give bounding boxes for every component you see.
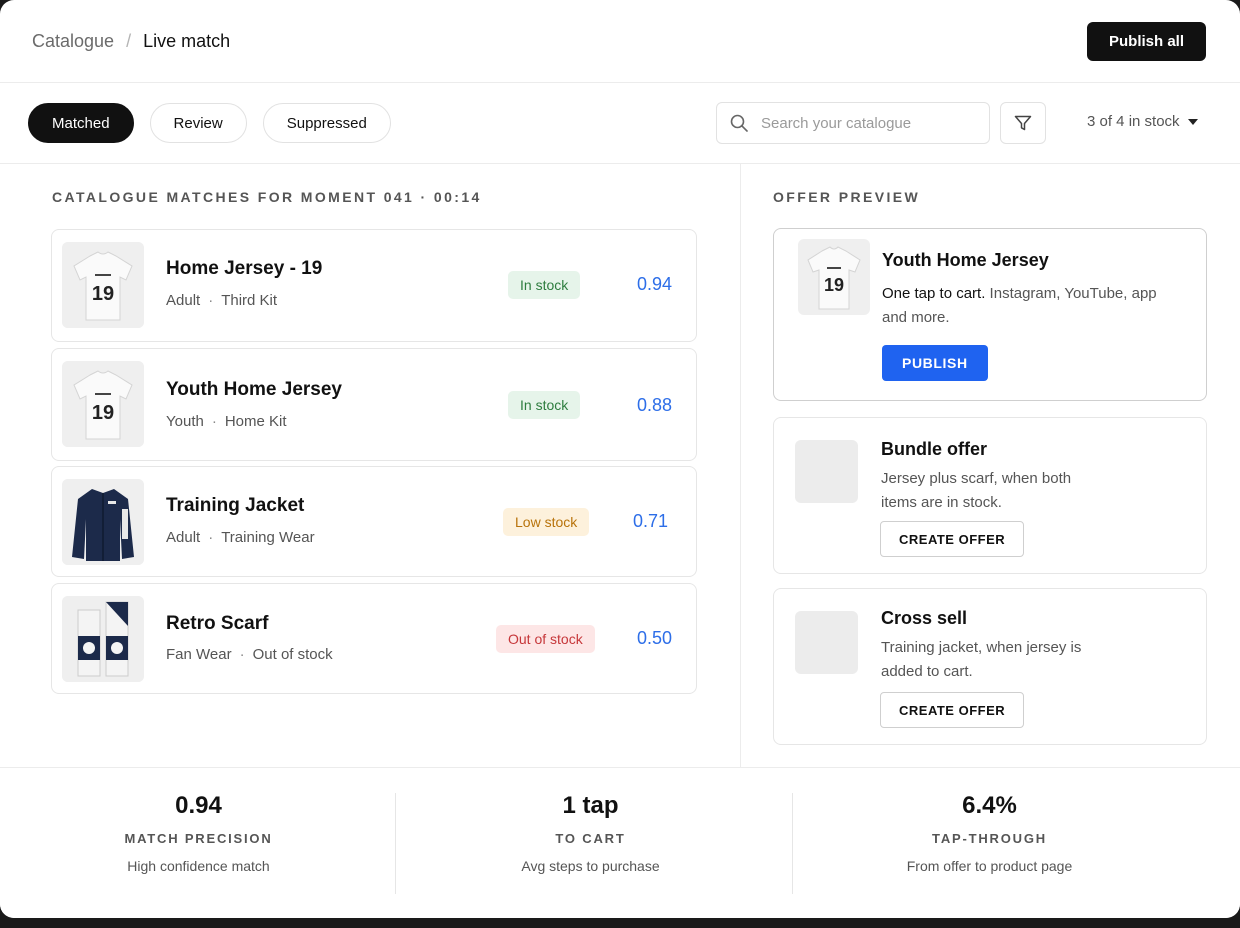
match-score: 0.71 <box>632 511 668 531</box>
svg-text:19: 19 <box>92 283 114 305</box>
breadcrumb-current: Live match <box>143 30 231 51</box>
match-meta-audience: Adult <box>166 292 201 309</box>
status-badge: In stock <box>508 271 581 299</box>
offer-main-card[interactable]: 19 Youth Home Jersey One tap to cart. In… <box>773 228 1207 401</box>
stats-bar: 0.94 MATCH PRECISION High confidence mat… <box>0 767 1240 918</box>
jersey-thumbnail: 19 <box>62 361 144 447</box>
match-row[interactable]: 19 Youth Home Jersey Youth · Home Kit In s… <box>51 348 697 461</box>
publish-button[interactable]: PUBLISH <box>882 345 988 381</box>
match-row[interactable]: Retro Scarf Fan Wear · Out of stock Out of… <box>51 583 697 694</box>
match-meta-category: Out of stock <box>252 646 333 663</box>
stat-label: TAP-THROUGH <box>932 831 1047 846</box>
breadcrumb-catalogue-link[interactable]: Catalogue <box>32 31 114 52</box>
scarf-thumbnail <box>62 596 144 682</box>
filter-button[interactable] <box>1000 102 1046 144</box>
stat-label: MATCH PRECISION <box>124 831 273 846</box>
match-name: Training Jacket <box>166 495 305 516</box>
stat-match-precision: 0.94 MATCH PRECISION High confidence mat… <box>0 768 397 918</box>
match-score: 0.50 <box>636 628 672 648</box>
search-box[interactable] <box>716 102 990 144</box>
match-name: Youth Home Jersey <box>166 379 342 400</box>
match-meta: Adult · Training Wear <box>166 529 315 546</box>
offer-image-placeholder <box>795 440 858 503</box>
match-meta-audience: Fan Wear <box>166 646 232 663</box>
matches-section-title: CATALOGUE MATCHES FOR MOMENT 041 · 00:14 <box>52 189 482 205</box>
offer-main-desc-bold: One tap to cart. <box>882 285 986 302</box>
match-meta-audience: Youth <box>166 413 204 430</box>
match-row[interactable]: Training Jacket Adult · Training Wear Low … <box>51 466 697 577</box>
jacket-thumbnail <box>62 479 144 565</box>
toolbar: Matched Review Suppressed 3 of 4 in stoc… <box>0 83 1240 164</box>
stock-filter-label: 3 of 4 in stock <box>1087 113 1180 130</box>
offer-section-title: OFFER PREVIEW <box>773 189 921 205</box>
chevron-down-icon <box>1187 118 1198 125</box>
stat-subtext: Avg steps to purchase <box>521 858 660 874</box>
offer-card-title: Cross sell <box>881 608 968 628</box>
bundle-offer-card[interactable]: Bundle offer Jersey plus scarf, when bot… <box>773 417 1207 574</box>
svg-text:19: 19 <box>824 275 844 295</box>
offer-card-desc: Jersey plus scarf, when both items are i… <box>881 470 1072 511</box>
search-input[interactable] <box>761 114 961 132</box>
filter-icon <box>1014 115 1032 131</box>
match-row[interactable]: 19 Home Jersey - 19 Adult · Third Kit In s… <box>51 229 697 342</box>
page-header: Catalogue / Live match Publish all <box>0 0 1240 83</box>
jersey-thumbnail: 19 <box>798 239 870 315</box>
cross-sell-card[interactable]: Cross sell Training jacket, when jersey … <box>773 588 1207 745</box>
stat-subtext: High confidence match <box>127 858 270 874</box>
jersey-thumbnail: 19 <box>62 242 144 328</box>
match-score: 0.94 <box>636 274 672 294</box>
svg-text:19: 19 <box>92 402 114 424</box>
offer-main-title: Youth Home Jersey <box>882 250 1049 270</box>
status-badge: Low stock <box>503 508 590 536</box>
app-window: Catalogue / Live match Publish all Match… <box>0 0 1240 918</box>
stat-label: TO CART <box>555 831 626 846</box>
match-score: 0.88 <box>636 395 672 415</box>
offer-main-desc: One tap to cart. Instagram, YouTube, app… <box>882 282 1162 330</box>
offer-card-title: Bundle offer <box>881 439 987 459</box>
tab-matched[interactable]: Matched <box>28 103 134 143</box>
offer-card-desc: Training jacket, when jersey is added to… <box>881 639 1082 680</box>
stock-filter-dropdown[interactable]: 3 of 4 in stock <box>1087 113 1198 130</box>
match-meta-audience: Adult <box>166 529 201 546</box>
stat-subtext: From offer to product page <box>906 858 1073 874</box>
match-meta-category: Third Kit <box>221 292 278 309</box>
stat-value: 0.94 <box>175 792 222 819</box>
matches-panel: CATALOGUE MATCHES FOR MOMENT 041 · 00:14… <box>0 164 740 767</box>
stat-to-cart: 1 tap TO CART Avg steps to purchase <box>392 768 789 918</box>
offer-preview-panel: OFFER PREVIEW 19 Youth Home Jersey One t… <box>740 164 1240 767</box>
stat-value: 1 tap <box>562 792 619 819</box>
publish-all-button[interactable]: Publish all <box>1086 21 1206 61</box>
match-meta: Youth · Home Kit <box>166 413 287 430</box>
match-meta-category: Training Wear <box>221 529 315 546</box>
status-badge: In stock <box>508 391 581 419</box>
match-name: Retro Scarf <box>166 613 269 634</box>
stat-value: 6.4% <box>962 792 1017 819</box>
create-offer-button[interactable]: CREATE OFFER <box>880 521 1025 557</box>
breadcrumb: Catalogue / Live match <box>32 31 230 52</box>
tab-suppressed[interactable]: Suppressed <box>262 103 391 143</box>
breadcrumb-separator: / <box>126 30 132 51</box>
match-name: Home Jersey - 19 <box>166 258 323 279</box>
stat-tap-through: 6.4% TAP-THROUGH From offer to product p… <box>791 768 1188 918</box>
match-meta: Fan Wear · Out of stock <box>166 646 333 663</box>
offer-image-placeholder <box>795 611 858 674</box>
tab-review[interactable]: Review <box>149 103 247 143</box>
create-offer-button[interactable]: CREATE OFFER <box>880 692 1025 728</box>
search-icon <box>730 114 748 132</box>
match-meta: Adult · Third Kit <box>166 292 278 309</box>
match-meta-category: Home Kit <box>224 413 287 430</box>
status-badge: Out of stock <box>496 625 595 653</box>
